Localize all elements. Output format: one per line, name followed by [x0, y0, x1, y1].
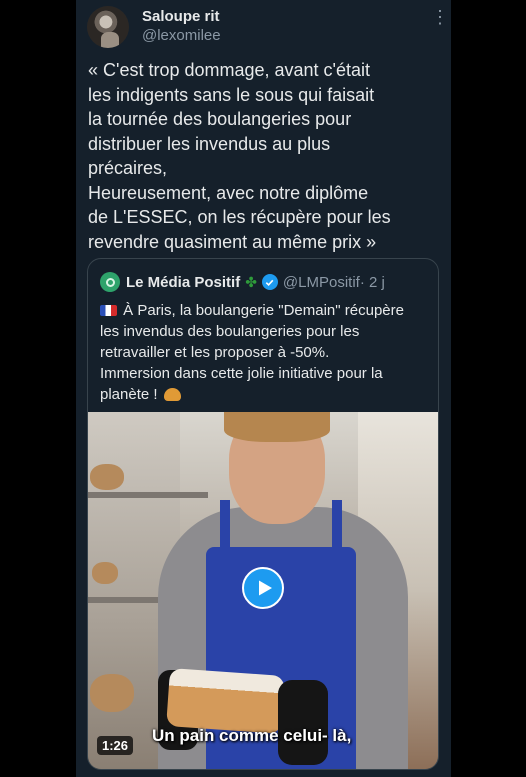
croissant-icon — [163, 388, 181, 401]
play-icon — [258, 580, 272, 596]
video-duration: 1:26 — [97, 736, 134, 755]
bread-loaf — [92, 562, 118, 584]
baker-hair — [224, 412, 330, 442]
video-player[interactable]: 1:26 Un pain comme celui- là, — [88, 412, 438, 769]
quoted-author-name[interactable]: Le Média Positif — [126, 274, 240, 291]
tweet-text: « C'est trop dommage, avant c'était les … — [88, 60, 391, 252]
shelf-rail — [88, 492, 208, 498]
quoted-tweet-text: À Paris, la boulangerie "Demain" récupèr… — [100, 300, 430, 405]
quoted-author-avatar[interactable] — [100, 272, 120, 292]
france-flag-icon — [100, 305, 117, 316]
bread-loaf — [90, 674, 134, 712]
play-button[interactable] — [242, 567, 284, 609]
baker-glove — [278, 680, 328, 765]
tweet-card: Saloupe rit @lexomilee ⋮ « C'est trop do… — [76, 0, 451, 777]
more-dots-icon[interactable]: ⋮ — [431, 8, 449, 32]
quoted-tweet-header: Le Média Positif ✤ @LMPositif · 2 j — [100, 271, 385, 293]
clover-emoji-icon: ✤ — [245, 273, 257, 290]
quoted-tweet-body: À Paris, la boulangerie "Demain" récupèr… — [100, 302, 404, 403]
quoted-tweet[interactable]: Le Média Positif ✤ @LMPositif · 2 j À Pa… — [87, 258, 439, 770]
author-avatar[interactable] — [87, 6, 129, 48]
bread-loaf — [90, 464, 124, 490]
quoted-tweet-time[interactable]: · 2 j — [360, 274, 385, 291]
quoted-author-handle[interactable]: @LMPositif — [283, 274, 360, 291]
bread-in-hands — [166, 668, 285, 734]
video-caption: Un pain comme celui- là, — [152, 726, 352, 745]
verified-badge-icon — [261, 274, 278, 290]
author-display-name[interactable]: Saloupe rit — [142, 8, 220, 25]
author-handle[interactable]: @lexomilee — [142, 27, 221, 44]
